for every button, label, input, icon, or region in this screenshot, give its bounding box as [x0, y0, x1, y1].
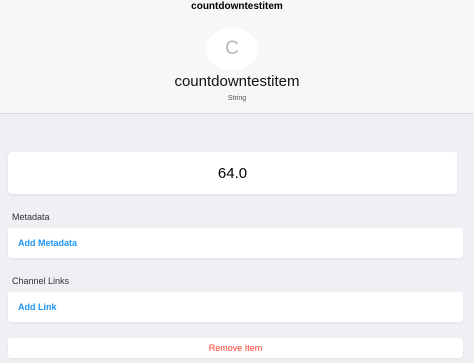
- navbar: countdowntestitem: [0, 0, 474, 16]
- avatar-letter: C: [225, 38, 239, 59]
- metadata-section-label: Metadata: [12, 212, 50, 222]
- item-header: C countdowntestitem String: [0, 16, 474, 114]
- channel-links-section-label: Channel Links: [12, 276, 70, 286]
- add-link-row[interactable]: Add Link: [8, 292, 463, 322]
- item-state-value: 64.0: [217, 164, 248, 182]
- item-avatar: C: [206, 28, 258, 70]
- item-type: String: [227, 95, 247, 102]
- add-link-link[interactable]: Add Link: [18, 302, 57, 312]
- remove-item-label: Remove Item: [208, 343, 263, 353]
- add-metadata-row[interactable]: Add Metadata: [8, 228, 463, 258]
- add-metadata-link[interactable]: Add Metadata: [18, 238, 77, 248]
- item-state-card[interactable]: 64.0: [8, 152, 457, 194]
- item-name: countdowntestitem: [174, 73, 300, 90]
- navbar-title: countdowntestitem: [191, 0, 283, 12]
- remove-item-button[interactable]: Remove Item: [8, 338, 463, 358]
